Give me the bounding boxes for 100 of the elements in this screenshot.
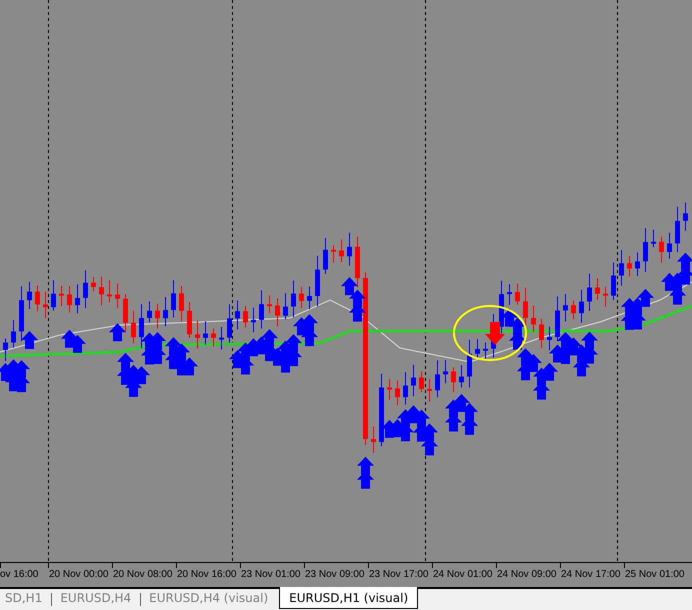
chart-tab[interactable]: EURUSD,H4 (51, 589, 140, 608)
candlestick (139, 304, 144, 349)
candlestick (371, 426, 376, 454)
candlestick (259, 290, 264, 330)
candlestick (195, 320, 200, 350)
candlestick (579, 289, 584, 324)
up-arrow-icon (117, 352, 134, 371)
candlestick (219, 326, 224, 350)
candlestick (675, 206, 680, 253)
candlestick (643, 228, 648, 272)
up-arrow-icon (461, 402, 478, 421)
time-axis-label: 20 Nov 00:00 (49, 569, 108, 580)
candlestick (19, 286, 24, 342)
candlestick (627, 255, 632, 278)
candlestick (435, 360, 440, 398)
candlestick (475, 338, 480, 360)
time-axis-label: 23 Nov 09:00 (305, 569, 364, 580)
time-axis-label: 20 Nov 16:00 (177, 569, 236, 580)
candlestick (571, 300, 576, 320)
candlestick (395, 380, 400, 406)
candlestick (347, 232, 352, 266)
up-arrow-icon (109, 323, 126, 342)
time-axis-label: 24 Nov 17:00 (561, 569, 620, 580)
candlestick (387, 378, 392, 400)
up-arrow-icon (285, 334, 302, 352)
candlestick (443, 359, 448, 384)
chart-tab[interactable]: EURUSD,H1 (visual) (279, 587, 418, 609)
time-axis-label: 23 Nov 01:00 (241, 569, 300, 580)
candlestick (123, 294, 128, 333)
candlestick (331, 244, 336, 264)
candlestick (59, 285, 64, 307)
candlestick (179, 286, 184, 322)
candlestick (307, 286, 312, 310)
candlestick (667, 232, 672, 260)
candlestick (99, 276, 104, 306)
up-arrow-icon (509, 318, 526, 336)
candlestick (451, 366, 456, 393)
time-axis-label: 23 Nov 17:00 (369, 569, 428, 580)
candlestick (211, 328, 216, 348)
candlestick (203, 320, 208, 346)
candlestick (291, 280, 296, 318)
candlestick (419, 370, 424, 393)
candlestick (603, 286, 608, 308)
candlestick (67, 286, 72, 314)
candlestick (507, 284, 512, 306)
chart-tab[interactable]: EURUSD,H4 (visual) (140, 589, 278, 608)
candlestick (187, 302, 192, 338)
candlestick (587, 273, 592, 312)
candlestick (299, 286, 304, 309)
up-arrow-icon (637, 288, 654, 307)
candlestick (499, 280, 504, 334)
candlestick (275, 298, 280, 327)
candlestick (411, 364, 416, 397)
candlestick (427, 378, 432, 402)
candlestick (531, 305, 536, 332)
candlestick (155, 303, 160, 329)
candlestick (539, 318, 544, 349)
candlestick (243, 306, 248, 328)
candlestick (27, 281, 32, 310)
candlestick (283, 292, 288, 320)
candlestick (611, 262, 616, 300)
candlestick (51, 280, 56, 312)
candlestick (11, 319, 16, 348)
time-axis-label: 24 Nov 01:00 (433, 569, 492, 580)
time-axis-label: 20 Nov 08:00 (113, 569, 172, 580)
candlestick (83, 270, 88, 309)
up-arrow-icon (349, 290, 366, 308)
up-arrow-icon (261, 329, 278, 348)
candlestick (595, 278, 600, 300)
candlestick (619, 250, 624, 286)
up-arrow-icon (341, 277, 358, 296)
candlestick (683, 202, 688, 232)
candlestick (547, 326, 552, 351)
candlestick (163, 296, 168, 327)
candlestick (131, 310, 136, 344)
candlestick (43, 291, 48, 318)
up-arrow-icon (677, 252, 692, 271)
up-arrow-icon (301, 314, 318, 332)
candlestick (323, 237, 328, 274)
candlestick (315, 255, 320, 307)
candlestick (355, 236, 360, 288)
candlestick (659, 236, 664, 264)
up-arrow-icon (21, 330, 38, 349)
time-axis-label: 24 Nov 09:00 (497, 569, 556, 580)
up-arrow-icon (581, 332, 598, 350)
candlestick (147, 300, 152, 323)
time-axis-label: ov 16:00 (0, 569, 38, 580)
candlestick (635, 252, 640, 276)
candlestick (515, 283, 520, 306)
candlestick (35, 284, 40, 312)
candlestick (555, 296, 560, 342)
chart-tab[interactable]: SD,H1 (0, 589, 52, 608)
time-axis-label: 25 Nov 01:00 (625, 569, 684, 580)
up-arrow-icon (541, 362, 558, 381)
candlestick (483, 342, 488, 362)
candlestick (467, 339, 472, 388)
up-arrow-icon (357, 456, 374, 475)
candlestick (3, 338, 8, 362)
candlestick (235, 300, 240, 330)
candlestick (251, 307, 256, 333)
